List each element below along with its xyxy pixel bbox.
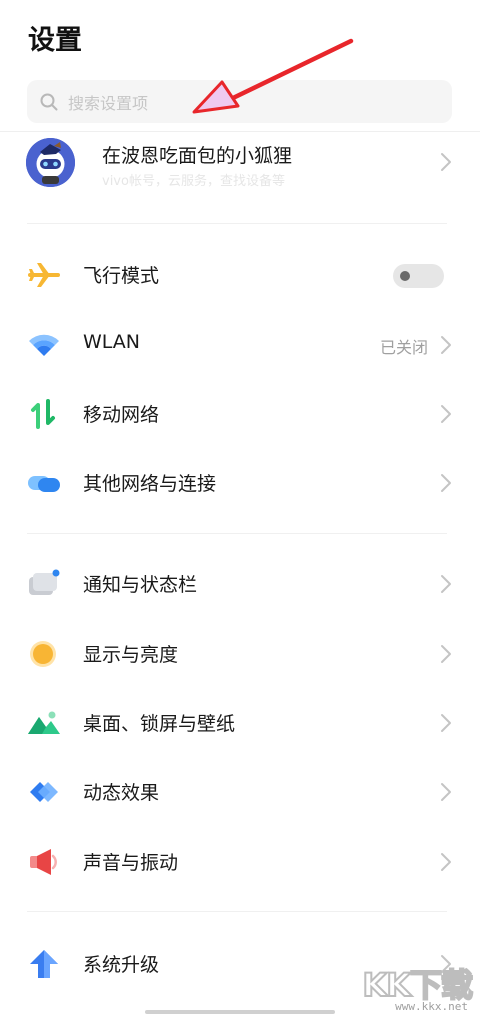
chevron-right-icon [441,474,451,492]
connections-icon [28,476,60,492]
display-brightness-label: 显示与亮度 [83,644,179,666]
notification-icon [29,569,60,595]
chevron-right-icon [441,405,451,423]
avatar [26,138,75,187]
system-update-icon [30,950,58,978]
wallpaper-icon [28,711,60,734]
notification-label: 通知与状态栏 [83,574,198,596]
divider [27,911,447,912]
divider [0,131,480,132]
wlan-row[interactable]: WLAN 已关闭 [0,316,480,374]
brightness-icon [30,641,56,667]
airplane-mode-label: 飞行模式 [83,265,160,287]
wlan-label: WLAN [83,331,141,353]
account-subtitle: vivo帐号，云服务，查找设备等 [102,174,285,189]
toggle-knob [400,271,410,281]
home-indicator[interactable] [145,1010,335,1014]
search-placeholder: 搜索设置项 [68,93,149,113]
chevron-right-icon [441,336,451,354]
wlan-status: 已关闭 [379,338,428,357]
annotation-arrow-icon [192,38,354,114]
watermark: KK下载 www.kkx.net [361,960,476,1016]
mobile-network-row[interactable]: 移动网络 [0,385,480,443]
divider [27,223,447,224]
display-brightness-row[interactable]: 显示与亮度 [0,625,480,683]
account-name: 在波恩吃面包的小狐狸 [102,145,293,167]
system-update-label: 系统升级 [83,954,160,976]
watermark-url: www.kkx.net [395,1000,468,1013]
airplane-mode-row: 飞行模式 [0,246,480,304]
settings-screen: 设置 搜索设置项 在波恩吃面包的小狐狸 vivo帐号，云服务，查找设备等 飞行模… [0,0,480,1019]
chevron-right-icon [441,783,451,801]
divider [27,533,447,534]
sound-vibration-row[interactable]: 声音与振动 [0,833,480,891]
wifi-icon [29,334,59,356]
chevron-right-icon [441,853,451,871]
wallpaper-row[interactable]: 桌面、锁屏与壁纸 [0,694,480,752]
chevron-right-icon [441,575,451,593]
wallpaper-label: 桌面、锁屏与壁纸 [83,713,236,735]
avatar-image-icon [26,138,75,187]
mobile-network-label: 移动网络 [83,404,160,426]
animation-effects-label: 动态效果 [83,782,160,804]
chevron-right-icon [441,153,451,171]
chevron-right-icon [441,645,451,663]
mobile-network-icon [31,399,55,429]
airplane-mode-toggle[interactable] [393,264,444,288]
animation-effects-row[interactable]: 动态效果 [0,763,480,821]
search-icon [40,93,58,110]
animation-icon [30,782,58,802]
sound-icon [30,849,57,875]
chevron-right-icon [441,714,451,732]
airplane-icon [28,263,60,287]
page-title: 设置 [28,25,82,56]
account-row[interactable]: 在波恩吃面包的小狐狸 vivo帐号，云服务，查找设备等 [0,134,480,198]
notification-row[interactable]: 通知与状态栏 [0,555,480,613]
sound-vibration-label: 声音与振动 [83,852,179,874]
other-connections-label: 其他网络与连接 [83,473,217,495]
other-connections-row[interactable]: 其他网络与连接 [0,454,480,512]
